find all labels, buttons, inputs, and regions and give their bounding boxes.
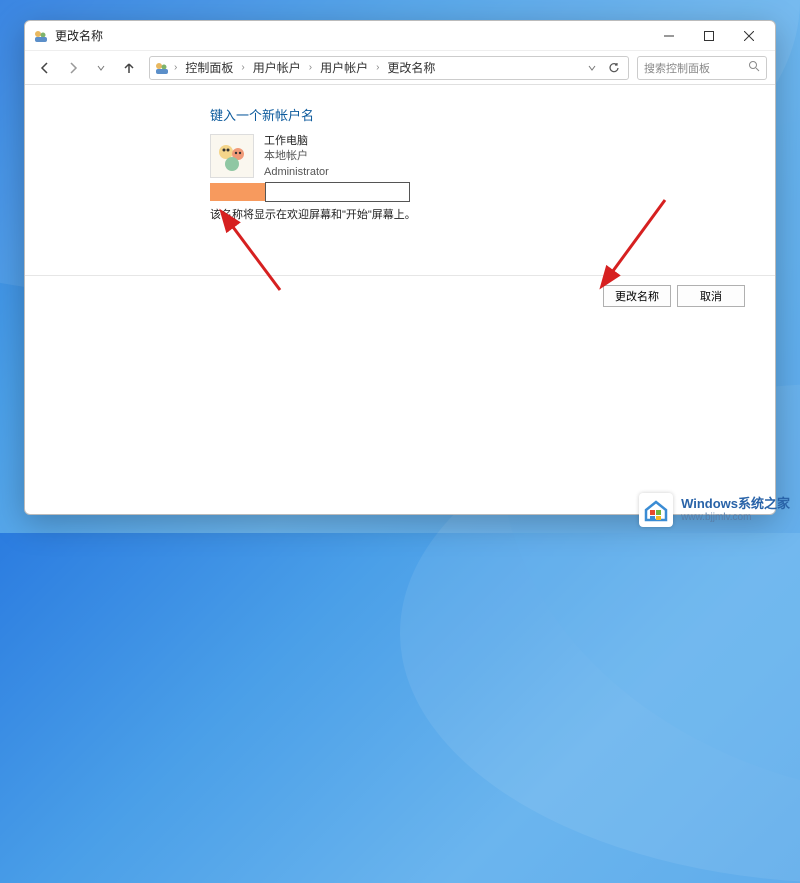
- name-input-row: [210, 182, 775, 202]
- search-input[interactable]: 搜索控制面板: [637, 56, 767, 80]
- change-name-button[interactable]: 更改名称: [603, 285, 671, 307]
- minimize-button[interactable]: [649, 22, 689, 50]
- chevron-right-icon[interactable]: ›: [374, 62, 381, 73]
- helper-text: 该名称将显示在欢迎屏幕和"开始"屏幕上。: [210, 206, 775, 222]
- refresh-button[interactable]: [604, 58, 624, 78]
- close-button[interactable]: [729, 22, 769, 50]
- search-placeholder: 搜索控制面板: [644, 60, 748, 76]
- breadcrumb-item[interactable]: 用户帐户: [316, 57, 372, 78]
- user-accounts-icon: [33, 28, 49, 44]
- window-title: 更改名称: [55, 27, 103, 44]
- address-bar[interactable]: › 控制面板 › 用户帐户 › 用户帐户 › 更改名称: [149, 56, 629, 80]
- watermark-title: Windows系统之家: [681, 497, 790, 511]
- titlebar: 更改名称: [25, 21, 775, 51]
- forward-button[interactable]: [61, 56, 85, 80]
- chevron-right-icon[interactable]: ›: [307, 62, 314, 73]
- address-dropdown[interactable]: [582, 58, 602, 78]
- action-buttons: 更改名称 取消: [603, 285, 745, 307]
- content-area: 键入一个新帐户名 工作电脑 本地帐户 Administrator: [25, 85, 775, 514]
- watermark-url: www.bjjmlv.com: [681, 512, 790, 523]
- recent-dropdown[interactable]: [89, 56, 113, 80]
- redaction-box: [210, 183, 265, 201]
- account-summary: 工作电脑 本地帐户 Administrator: [210, 134, 775, 180]
- breadcrumb-item[interactable]: 用户帐户: [249, 57, 305, 78]
- account-role: Administrator: [264, 165, 329, 180]
- chevron-right-icon[interactable]: ›: [239, 62, 246, 73]
- account-avatar: [210, 134, 254, 178]
- chevron-right-icon[interactable]: ›: [172, 62, 179, 73]
- watermark: Windows系统之家 www.bjjmlv.com: [639, 493, 790, 527]
- back-button[interactable]: [33, 56, 57, 80]
- new-name-input[interactable]: [265, 182, 410, 202]
- up-button[interactable]: [117, 56, 141, 80]
- cancel-button[interactable]: 取消: [677, 285, 745, 307]
- account-type: 本地帐户: [264, 149, 329, 164]
- account-name: 工作电脑: [264, 134, 329, 149]
- breadcrumb-item[interactable]: 更改名称: [383, 57, 439, 78]
- window-controls: [649, 22, 769, 50]
- control-panel-window: 更改名称: [24, 20, 776, 515]
- divider: [25, 275, 775, 276]
- toolbar: › 控制面板 › 用户帐户 › 用户帐户 › 更改名称 搜索控制面板: [25, 51, 775, 85]
- maximize-button[interactable]: [689, 22, 729, 50]
- breadcrumb-item[interactable]: 控制面板: [181, 57, 237, 78]
- annotation-arrow: [220, 215, 290, 298]
- page-heading: 键入一个新帐户名: [210, 105, 775, 124]
- user-accounts-icon: [154, 60, 170, 76]
- watermark-logo-icon: [639, 493, 673, 527]
- search-icon: [748, 60, 760, 75]
